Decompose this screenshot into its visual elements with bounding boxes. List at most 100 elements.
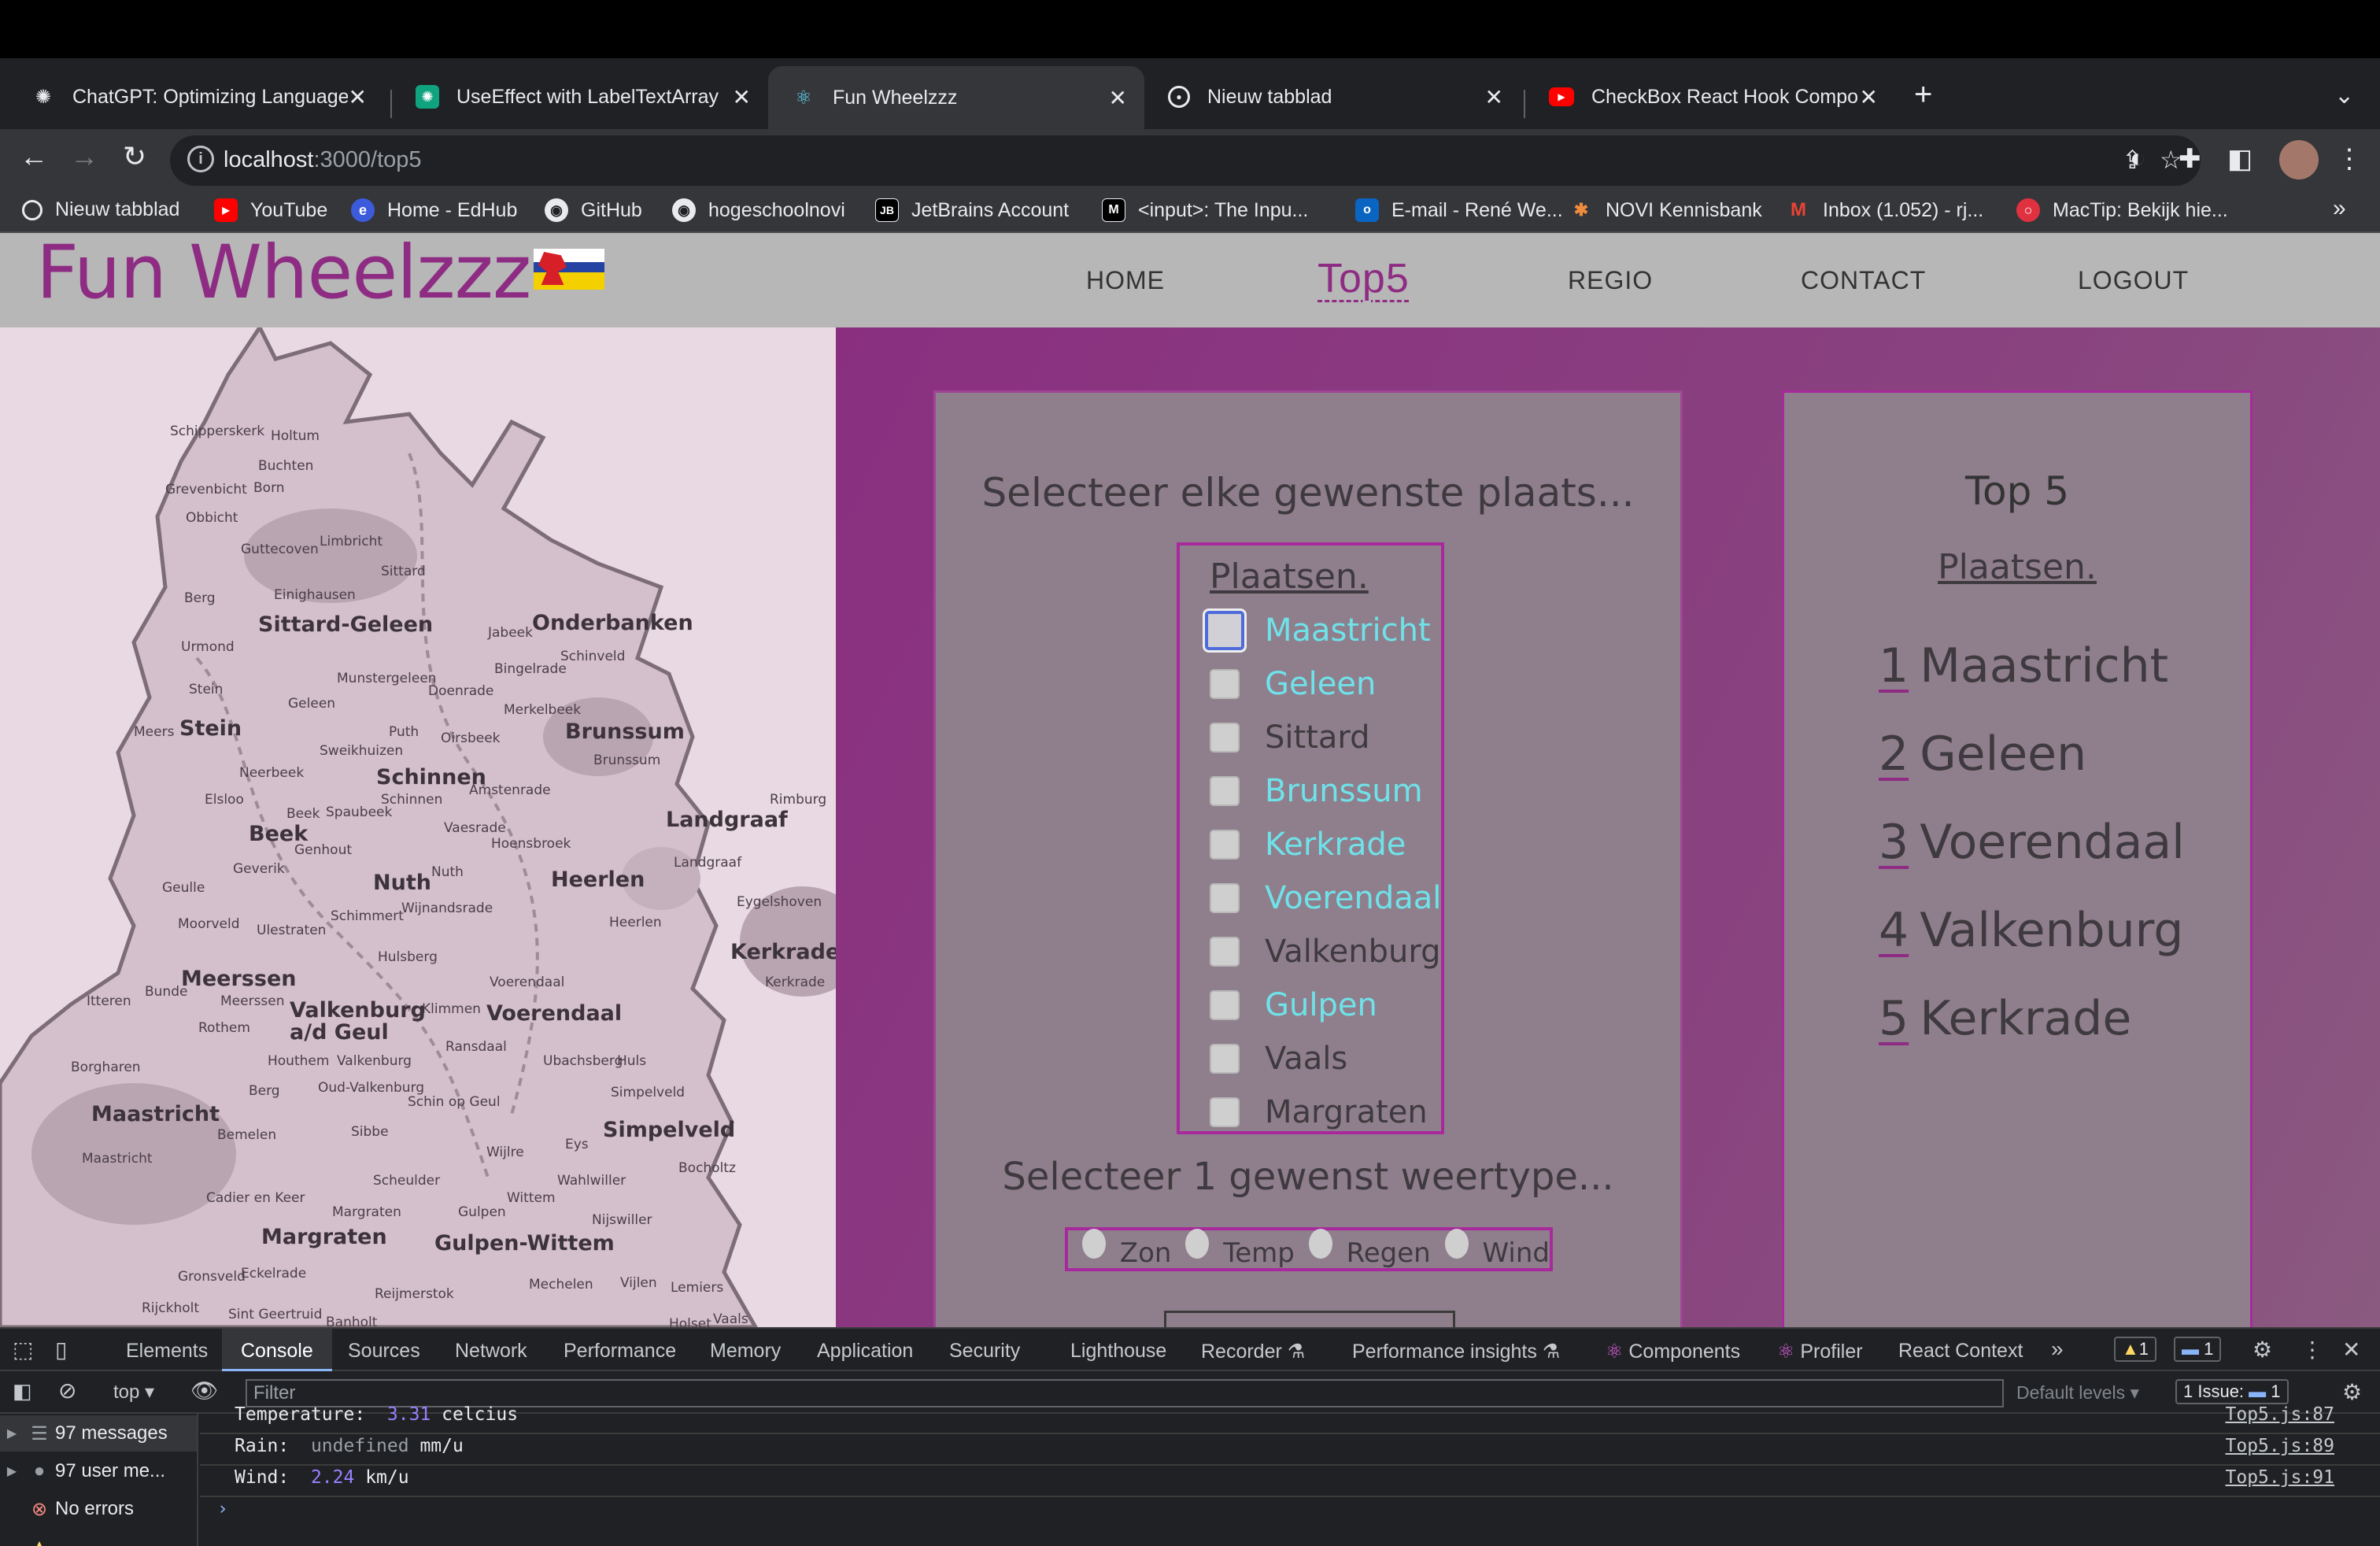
close-icon[interactable]: ✕ bbox=[1485, 84, 1503, 110]
checkbox[interactable] bbox=[1210, 1097, 1240, 1127]
close-icon[interactable]: ✕ bbox=[1860, 84, 1878, 110]
back-button[interactable]: ← bbox=[14, 140, 54, 173]
nav-home[interactable]: HOME bbox=[1086, 266, 1165, 295]
more-options-icon[interactable]: ⋮ bbox=[2301, 1337, 2323, 1363]
log-source-link[interactable]: Top5.js:89 bbox=[2226, 1436, 2334, 1456]
side-panel-icon[interactable]: ◧ bbox=[2227, 143, 2252, 175]
sidebar-toggle-icon[interactable]: ◧ bbox=[13, 1379, 32, 1404]
close-icon[interactable]: ✕ bbox=[2342, 1337, 2360, 1363]
devtools-tab-profiler[interactable]: ⚛ Profiler bbox=[1777, 1340, 1863, 1363]
checkbox[interactable] bbox=[1210, 990, 1240, 1020]
extension-circle-icon[interactable]: ◐ bbox=[2130, 143, 2146, 174]
warning-count-badge[interactable]: ▲1 bbox=[2114, 1337, 2157, 1362]
tab-checkbox-youtube[interactable]: ▶ CheckBox React Hook Compone ✕ bbox=[1525, 68, 1887, 126]
devtools-tab-memory[interactable]: Memory bbox=[710, 1340, 781, 1363]
checkbox-row-voerendaal[interactable]: Voerendaal bbox=[1210, 875, 1441, 922]
bookmark-item[interactable]: ◉ GitHub bbox=[545, 198, 642, 222]
bookmark-item[interactable]: M <input>: The Inpu... bbox=[1102, 198, 1308, 222]
tab-chatgpt[interactable]: ✺ ChatGPT: Optimizing Language ✕ bbox=[8, 68, 384, 126]
address-bar[interactable]: i localhost:3000/top5 ⇪ ☆ bbox=[170, 135, 2201, 186]
forward-button[interactable]: → bbox=[65, 140, 104, 173]
checkbox[interactable] bbox=[1210, 937, 1240, 967]
inspect-element-icon[interactable]: ⬚ bbox=[13, 1337, 33, 1363]
radio-wind[interactable] bbox=[1444, 1229, 1469, 1259]
checkbox-row-brunssum[interactable]: Brunssum bbox=[1210, 767, 1423, 815]
checkbox-row-margraten[interactable]: Margraten bbox=[1210, 1089, 1428, 1136]
devtools-tab-security[interactable]: Security bbox=[949, 1340, 1020, 1363]
log-source-link[interactable]: Top5.js:91 bbox=[2226, 1467, 2334, 1488]
clear-console-icon[interactable]: ⊘ bbox=[58, 1378, 76, 1404]
checkbox[interactable] bbox=[1210, 1044, 1240, 1074]
checkbox-row-maastricht[interactable]: Maastricht bbox=[1203, 607, 1431, 654]
radio-temp[interactable] bbox=[1185, 1229, 1210, 1259]
bookmark-item[interactable]: JB JetBrains Account bbox=[875, 198, 1069, 222]
info-icon[interactable]: i bbox=[187, 146, 214, 172]
more-menu-icon[interactable]: ⋮ bbox=[2336, 143, 2363, 175]
sidebar-errors[interactable]: ⊗ No errors bbox=[0, 1491, 134, 1527]
checkbox[interactable] bbox=[1203, 608, 1247, 653]
close-icon[interactable]: ✕ bbox=[733, 84, 751, 110]
context-select[interactable]: top ▾ bbox=[113, 1381, 154, 1404]
devtools-tab-network[interactable]: Network bbox=[455, 1340, 527, 1363]
more-tabs-icon[interactable]: » bbox=[2051, 1337, 2064, 1362]
sidebar-warnings-partial[interactable]: ▲ bbox=[0, 1529, 55, 1546]
tab-search-button[interactable]: ⌄ bbox=[2334, 82, 2354, 109]
bookmark-item[interactable]: ◉ hogeschoolnovi bbox=[672, 198, 845, 222]
checkbox[interactable] bbox=[1210, 883, 1240, 913]
bookmark-item[interactable]: ✱ NOVI Kennisbank bbox=[1569, 198, 1762, 222]
devtools-tab-console[interactable]: Console bbox=[222, 1329, 332, 1371]
reload-button[interactable]: ↻ bbox=[115, 140, 154, 173]
console-settings-icon[interactable]: ⚙ bbox=[2342, 1379, 2362, 1405]
extensions-puzzle-icon[interactable]: ✚ bbox=[2179, 143, 2201, 175]
checkbox[interactable] bbox=[1210, 723, 1240, 753]
site-logo[interactable]: Fun Wheelzzz bbox=[36, 233, 531, 316]
close-icon[interactable]: ✕ bbox=[1109, 85, 1127, 111]
close-icon[interactable]: ✕ bbox=[349, 84, 367, 110]
tab-useeffect[interactable]: ✺ UseEffect with LabelTextArray ✕ bbox=[392, 68, 768, 126]
checkbox-row-kerkrade[interactable]: Kerkrade bbox=[1210, 821, 1406, 868]
tab-nieuw-tabblad[interactable]: ● Nieuw tabblad ✕ bbox=[1144, 68, 1521, 126]
tab-fun-wheelzzz[interactable]: ⚛ Fun Wheelzzz ✕ bbox=[768, 66, 1144, 129]
checkbox[interactable] bbox=[1210, 669, 1240, 699]
console-filter-input[interactable]: Filter bbox=[246, 1379, 2004, 1407]
devtools-tab-performance[interactable]: Performance bbox=[564, 1340, 676, 1363]
issues-badge[interactable]: 1 Issue: ▬ 1 bbox=[2175, 1379, 2289, 1404]
devtools-tab-application[interactable]: Application bbox=[817, 1340, 913, 1363]
checkbox[interactable] bbox=[1210, 776, 1240, 806]
nav-top5[interactable]: Top5 bbox=[1318, 255, 1410, 302]
settings-gear-icon[interactable]: ⚙ bbox=[2252, 1337, 2272, 1363]
checkbox-row-gulpen[interactable]: Gulpen bbox=[1210, 982, 1377, 1029]
log-source-link[interactable]: Top5.js:87 bbox=[2226, 1404, 2334, 1425]
bookmark-item[interactable]: ○ MacTip: Bekijk hie... bbox=[2016, 198, 2228, 222]
sidebar-messages[interactable]: ▶ ☰ 97 messages bbox=[0, 1415, 197, 1452]
submit-button[interactable] bbox=[1164, 1311, 1455, 1327]
eye-icon[interactable]: 👁 bbox=[190, 1378, 219, 1404]
checkbox[interactable] bbox=[1210, 830, 1240, 860]
checkbox-row-geleen[interactable]: Geleen bbox=[1210, 660, 1376, 708]
nav-regio[interactable]: REGIO bbox=[1568, 266, 1653, 295]
bookmark-item[interactable]: e Home - EdHub bbox=[351, 198, 517, 222]
devtools-tab-react-context[interactable]: React Context bbox=[1898, 1340, 2023, 1363]
devtools-tab-sources[interactable]: Sources bbox=[348, 1340, 420, 1363]
devtools-tab-recorder[interactable]: Recorder ⚗ bbox=[1201, 1340, 1305, 1363]
bookmark-item[interactable]: o E-mail - René We... bbox=[1355, 198, 1563, 222]
devtools-tab-components[interactable]: ⚛ Components bbox=[1606, 1340, 1740, 1363]
bookmark-item[interactable]: ▶ YouTube bbox=[214, 198, 327, 222]
profile-avatar[interactable] bbox=[2279, 140, 2319, 179]
bookmark-item[interactable]: M Inbox (1.052) - rj... bbox=[1787, 198, 1983, 222]
log-levels-select[interactable]: Default levels ▾ bbox=[2016, 1382, 2139, 1404]
new-tab-button[interactable]: + bbox=[1914, 79, 1932, 110]
devtools-tab-performance-insights[interactable]: Performance insights ⚗ bbox=[1352, 1340, 1560, 1363]
sidebar-user-messages[interactable]: ▶ ● 97 user me... bbox=[0, 1453, 165, 1489]
radio-regen[interactable] bbox=[1308, 1229, 1332, 1259]
bookmarks-overflow-button[interactable]: » bbox=[2333, 195, 2346, 222]
nav-contact[interactable]: CONTACT bbox=[1801, 266, 1926, 295]
checkbox-row-vaals[interactable]: Vaals bbox=[1210, 1035, 1347, 1082]
checkbox-row-valkenburg[interactable]: Valkenburg bbox=[1210, 928, 1440, 975]
info-count-badge[interactable]: ▬ 1 bbox=[2174, 1337, 2222, 1362]
devtools-tab-elements[interactable]: Elements bbox=[126, 1340, 208, 1363]
devtools-tab-lighthouse[interactable]: Lighthouse bbox=[1070, 1340, 1166, 1363]
console-prompt-icon[interactable]: › bbox=[217, 1499, 228, 1519]
bookmark-item[interactable]: Nieuw tabblad bbox=[22, 198, 179, 221]
nav-logout[interactable]: LOGOUT bbox=[2078, 266, 2189, 295]
